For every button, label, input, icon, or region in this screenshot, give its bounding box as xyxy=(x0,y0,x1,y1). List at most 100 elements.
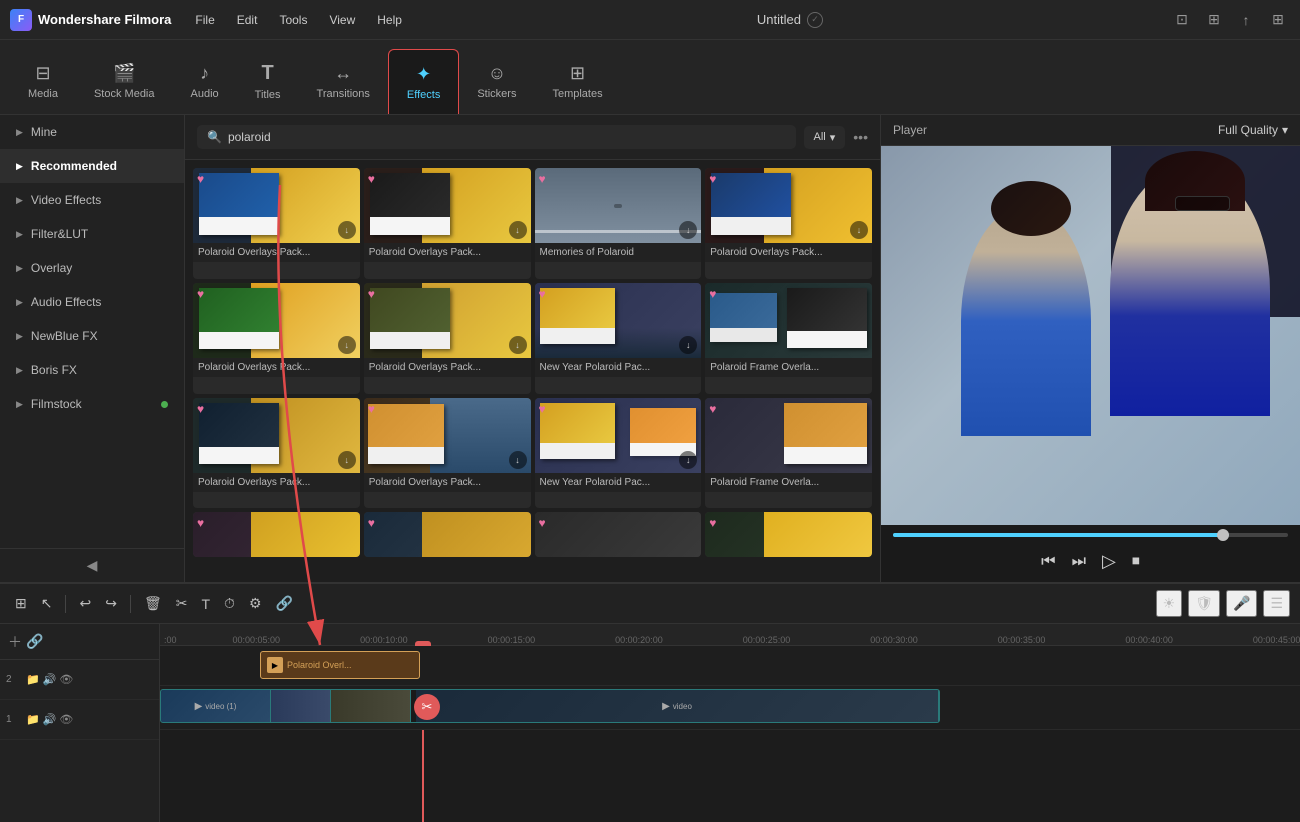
stop-button[interactable]: ⏹ xyxy=(1132,553,1140,571)
effect-download-11[interactable]: ↓ xyxy=(679,451,697,469)
effect-item-15[interactable]: ♥ xyxy=(535,512,702,557)
sidebar-item-audio-effects[interactable]: ▶ Audio Effects xyxy=(0,285,184,319)
effect-download-10[interactable]: ↓ xyxy=(509,451,527,469)
player-video xyxy=(881,146,1300,525)
tl-track-row-2: ▶ Polaroid Overl... xyxy=(160,646,1300,686)
tl-mic-btn[interactable]: 🎤 xyxy=(1226,590,1257,617)
effect-download-7[interactable]: ↓ xyxy=(679,336,697,354)
timeline-adjust-btn[interactable]: ⚙ xyxy=(244,592,267,615)
tl-shield-btn[interactable]: 🛡 xyxy=(1188,590,1220,617)
quality-selector[interactable]: Full Quality ▾ xyxy=(1218,123,1288,137)
tl-video-frame-2 xyxy=(271,690,331,722)
tab-transitions[interactable]: ↔ Transitions xyxy=(299,49,388,114)
effect-item-14[interactable]: ♥ xyxy=(364,512,531,557)
effect-download-5[interactable]: ↓ xyxy=(338,336,356,354)
step-forward-button[interactable]: ⏭ xyxy=(1072,553,1086,571)
menu-view[interactable]: View xyxy=(321,9,363,31)
timeline-redo-btn[interactable]: ↪ xyxy=(100,592,122,615)
tab-stock-media[interactable]: 🎬 Stock Media xyxy=(76,49,173,114)
timeline-snap-btn[interactable]: ⊞ xyxy=(10,592,32,615)
menu-file[interactable]: File xyxy=(187,9,222,31)
sidebar-label-mine: Mine xyxy=(31,125,57,139)
sidebar-item-filmstock[interactable]: ▶ Filmstock xyxy=(0,387,184,421)
timeline-timer-btn[interactable]: ⏱ xyxy=(219,592,240,615)
effect-item-10[interactable]: ♥ ↓ Polaroid Overlays Pack... xyxy=(364,398,531,509)
effect-item-2[interactable]: ♥ ↓ Polaroid Overlays Pack... xyxy=(364,168,531,279)
progress-thumb[interactable] xyxy=(1217,529,1229,541)
timeline-cursor-btn[interactable]: ↖ xyxy=(36,592,58,615)
upload-icon[interactable]: ↑ xyxy=(1234,8,1258,32)
effect-thumb-12: ♥ xyxy=(705,398,872,473)
effect-item-11[interactable]: ♥ ↓ New Year Polaroid Pac... xyxy=(535,398,702,509)
sidebar-arrow-boris: ▶ xyxy=(16,365,23,376)
tl-folder-icon-2[interactable]: 📁 xyxy=(26,673,40,686)
tl-eye-icon-1[interactable]: 👁 xyxy=(59,713,73,726)
tab-stickers[interactable]: ☺ Stickers xyxy=(459,49,534,114)
filter-chevron-icon: ▾ xyxy=(830,131,836,144)
tl-folder-icon-1[interactable]: 📁 xyxy=(26,713,40,726)
sidebar-item-video-effects[interactable]: ▶ Video Effects xyxy=(0,183,184,217)
sidebar-item-mine[interactable]: ▶ Mine xyxy=(0,115,184,149)
effect-label-10: Polaroid Overlays Pack... xyxy=(364,473,531,492)
timeline-text-btn[interactable]: T xyxy=(196,593,215,615)
effect-item-12[interactable]: ♥ Polaroid Frame Overla... xyxy=(705,398,872,509)
effect-item-9[interactable]: ♥ ↓ Polaroid Overlays Pack... xyxy=(193,398,360,509)
sidebar-item-recommended[interactable]: ▶ Recommended xyxy=(0,149,184,183)
tl-eye-icon-2[interactable]: 👁 xyxy=(59,673,73,686)
effect-item-7[interactable]: ♥ ↓ New Year Polaroid Pac... xyxy=(535,283,702,394)
sidebar-collapse-btn[interactable]: ◀ xyxy=(0,548,184,582)
effect-item-13[interactable]: ♥ xyxy=(193,512,360,557)
progress-bar[interactable] xyxy=(893,533,1288,537)
tab-media[interactable]: ⊟ Media xyxy=(10,49,76,114)
tl-track-icons-1: 📁 🔊 👁 xyxy=(26,713,73,726)
search-input[interactable] xyxy=(228,130,786,144)
tl-clip-name-1: video (1) xyxy=(205,702,236,711)
tl-list-btn[interactable]: ☰ xyxy=(1263,590,1290,617)
effect-download-4[interactable]: ↓ xyxy=(850,221,868,239)
sidebar-item-boris-fx[interactable]: ▶ Boris FX xyxy=(0,353,184,387)
effect-item-1[interactable]: ♥ ↓ Polaroid Overlays Pack... xyxy=(193,168,360,279)
tl-volume-icon-2[interactable]: 🔊 xyxy=(43,673,57,686)
tl-mark-7: 00:00:35:00 xyxy=(998,635,1046,645)
tl-link-icon[interactable]: 🔗 xyxy=(26,633,43,650)
tl-volume-icon-1[interactable]: 🔊 xyxy=(43,713,57,726)
menu-help[interactable]: Help xyxy=(369,9,410,31)
menu-edit[interactable]: Edit xyxy=(229,9,266,31)
tab-audio[interactable]: ♪ Audio xyxy=(173,49,237,114)
play-button[interactable]: ▷ xyxy=(1102,551,1116,572)
effect-download-1[interactable]: ↓ xyxy=(338,221,356,239)
tl-overlay-clip[interactable]: ▶ Polaroid Overl... xyxy=(260,651,420,679)
effect-item-4[interactable]: ♥ ↓ Polaroid Overlays Pack... xyxy=(705,168,872,279)
timeline-undo-btn[interactable]: ↩ xyxy=(74,592,96,615)
timeline-link-btn[interactable]: 🔗 xyxy=(271,592,298,615)
tab-templates[interactable]: ⊞ Templates xyxy=(534,49,620,114)
save-cloud-icon[interactable]: ⊞ xyxy=(1202,8,1226,32)
effect-item-3[interactable]: ♥ ↓ Memories of Polaroid xyxy=(535,168,702,279)
menu-tools[interactable]: Tools xyxy=(271,9,315,31)
effect-download-2[interactable]: ↓ xyxy=(509,221,527,239)
tab-effects[interactable]: ✦ Effects xyxy=(388,49,459,114)
more-options-btn[interactable]: ••• xyxy=(853,129,868,145)
effect-item-5[interactable]: ♥ ↓ Polaroid Overlays Pack... xyxy=(193,283,360,394)
tl-track-row-1: ▶ video (1) ▶ video xyxy=(160,686,1300,730)
effect-download-6[interactable]: ↓ xyxy=(509,336,527,354)
sidebar-item-overlay[interactable]: ▶ Overlay xyxy=(0,251,184,285)
effect-item-16[interactable]: ♥ xyxy=(705,512,872,557)
step-back-button[interactable]: ⏮ xyxy=(1041,553,1055,571)
sidebar-item-filter-lut[interactable]: ▶ Filter&LUT xyxy=(0,217,184,251)
filter-dropdown[interactable]: All ▾ xyxy=(804,126,846,149)
effect-item-6[interactable]: ♥ ↓ Polaroid Overlays Pack... xyxy=(364,283,531,394)
sidebar-label-audio-effects: Audio Effects xyxy=(31,295,102,309)
tl-sun-btn[interactable]: ☀ xyxy=(1156,590,1183,617)
tl-separator-1 xyxy=(65,595,66,613)
tab-titles[interactable]: T Titles xyxy=(237,49,299,114)
tl-add-icon[interactable]: ＋ xyxy=(8,632,22,652)
layout-icon[interactable]: ⊞ xyxy=(1266,8,1290,32)
sidebar-item-newblue-fx[interactable]: ▶ NewBlue FX xyxy=(0,319,184,353)
effect-download-9[interactable]: ↓ xyxy=(338,451,356,469)
tl-video-track[interactable]: ▶ video (1) ▶ video xyxy=(160,689,940,723)
window-mode-icon[interactable]: ⊡ xyxy=(1170,8,1194,32)
timeline-delete-btn[interactable]: 🗑 xyxy=(139,592,167,615)
timeline-cut-btn[interactable]: ✂ xyxy=(171,592,193,615)
effect-item-8[interactable]: ♥ Polaroid Frame Overla... xyxy=(705,283,872,394)
